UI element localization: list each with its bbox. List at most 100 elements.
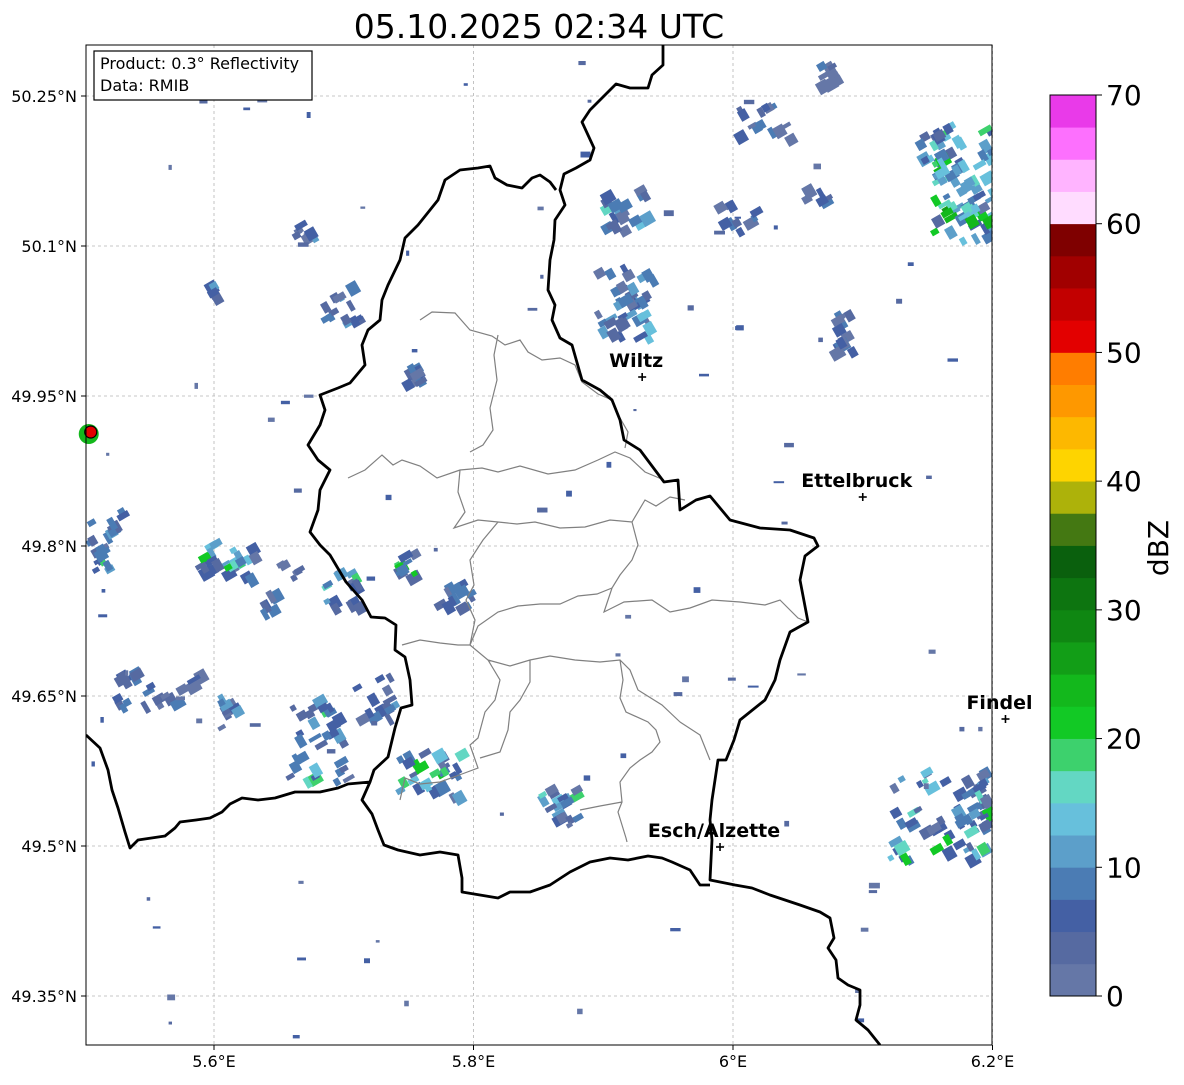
city-label: Wiltz	[609, 350, 663, 372]
data-source-label: Data: RMIB	[100, 76, 189, 95]
echo-speck	[297, 242, 309, 247]
echo-speck	[714, 230, 725, 235]
echo-speck	[735, 326, 743, 331]
echo-speck	[670, 928, 681, 932]
colorbar-bin	[1050, 159, 1096, 192]
echo-speck	[292, 1035, 300, 1039]
echo-speck	[743, 99, 755, 105]
echo-speck	[326, 749, 336, 754]
echo-speck	[499, 812, 504, 816]
colorbar-bin	[1050, 642, 1096, 675]
echo-speck	[693, 587, 701, 593]
echo-speck	[360, 206, 366, 209]
colorbar-bin	[1050, 352, 1096, 386]
echo-speck	[100, 717, 104, 723]
colorbar-bin	[1050, 802, 1096, 836]
echo-speck	[411, 349, 418, 353]
echo-speck	[784, 442, 794, 448]
echo-speck	[167, 994, 176, 1001]
map-background	[86, 45, 992, 1045]
colorbar-bin	[1050, 448, 1096, 482]
lon-tick-label: 6.2°E	[971, 1052, 1015, 1071]
echo-speck	[168, 1021, 172, 1025]
echo-speck	[784, 820, 790, 827]
echo-speck	[304, 394, 314, 398]
colorbar-bin	[1050, 95, 1096, 128]
lat-tick-label: 49.5°N	[21, 837, 77, 856]
echo-speck	[168, 164, 172, 170]
colorbar-bin	[1050, 481, 1096, 514]
lat-tick-label: 50.25°N	[11, 87, 77, 106]
echo-speck	[699, 373, 709, 377]
lat-tick-label: 49.35°N	[11, 987, 77, 1006]
echo-speck	[537, 507, 548, 513]
echo-speck	[928, 649, 936, 654]
colorbar-bin	[1050, 255, 1096, 289]
echo-speck	[959, 726, 965, 732]
echo-speck	[734, 216, 741, 219]
echo-speck	[773, 225, 778, 230]
city-label: Ettelbruck	[801, 470, 912, 492]
echo-speck	[152, 926, 161, 929]
colorbar-tick-label: 0	[1106, 980, 1124, 1013]
echo-speck	[293, 488, 302, 493]
echo-speck	[606, 461, 612, 468]
colorbar-bin	[1050, 545, 1096, 579]
echo-speck	[813, 163, 821, 170]
echo-speck	[860, 927, 869, 932]
echo-speck	[306, 112, 311, 118]
echo-speck	[371, 721, 378, 726]
echo-speck	[773, 481, 785, 484]
echo-speck	[146, 897, 151, 901]
lat-tick-label: 49.8°N	[21, 537, 77, 556]
echo-speck	[587, 99, 592, 103]
colorbar-bin	[1050, 127, 1096, 160]
echo-speck	[625, 614, 632, 619]
echo-speck	[298, 880, 304, 884]
echo-speck	[580, 151, 591, 158]
colorbar-label: dBZ	[1142, 520, 1175, 576]
colorbar-tick-label: 10	[1106, 851, 1142, 884]
colorbar-bin	[1050, 384, 1096, 418]
echo-speck	[578, 61, 586, 66]
colorbar-bin	[1050, 706, 1096, 739]
lat-tick-label: 49.65°N	[11, 687, 77, 706]
echo-speck	[406, 250, 410, 256]
echo-speck	[896, 298, 903, 304]
colorbar-bin	[1050, 513, 1096, 546]
colorbar-bin	[1050, 738, 1096, 772]
echo-speck	[433, 547, 438, 552]
colorbar-tick-label: 40	[1106, 465, 1142, 498]
echo-speck	[747, 685, 759, 688]
colorbar-bin	[1050, 770, 1096, 804]
colorbar-bin	[1050, 867, 1096, 900]
echo-speck	[125, 670, 129, 676]
colorbar-bin	[1050, 416, 1096, 450]
echo-speck	[366, 576, 376, 581]
product-label: Product: 0.3° Reflectivity	[100, 54, 299, 73]
colorbar-bin	[1050, 674, 1096, 707]
colorbar-bin	[1050, 931, 1096, 965]
echo-speck	[540, 274, 544, 279]
echo-speck	[687, 305, 694, 311]
echo-speck	[98, 614, 108, 618]
echo-speck	[868, 890, 878, 894]
echo-speck	[375, 940, 380, 943]
radar-site-marker	[78, 424, 99, 444]
radar-map-figure: 05.10.2025 02:34 UTC Wiltz Ettelbruck Find…	[11, 7, 1175, 1071]
echo-speck	[615, 653, 621, 657]
info-box: Product: 0.3° Reflectivity Data: RMIB	[93, 50, 313, 101]
colorbar-bin	[1050, 835, 1096, 868]
colorbar-bin	[1050, 899, 1096, 933]
colorbar-tick-label: 30	[1106, 594, 1142, 627]
echo-speck	[907, 262, 914, 266]
lon-tick-label: 5.8°E	[452, 1052, 496, 1071]
echo-speck	[297, 957, 306, 961]
radar-site-dot	[84, 425, 98, 439]
colorbar-bin	[1050, 963, 1096, 997]
echo-speck	[781, 521, 788, 525]
echo-speck	[797, 673, 806, 676]
city-label: Findel	[966, 692, 1032, 714]
echo-speck	[923, 783, 929, 789]
city-label: Esch/Alzette	[648, 820, 780, 842]
